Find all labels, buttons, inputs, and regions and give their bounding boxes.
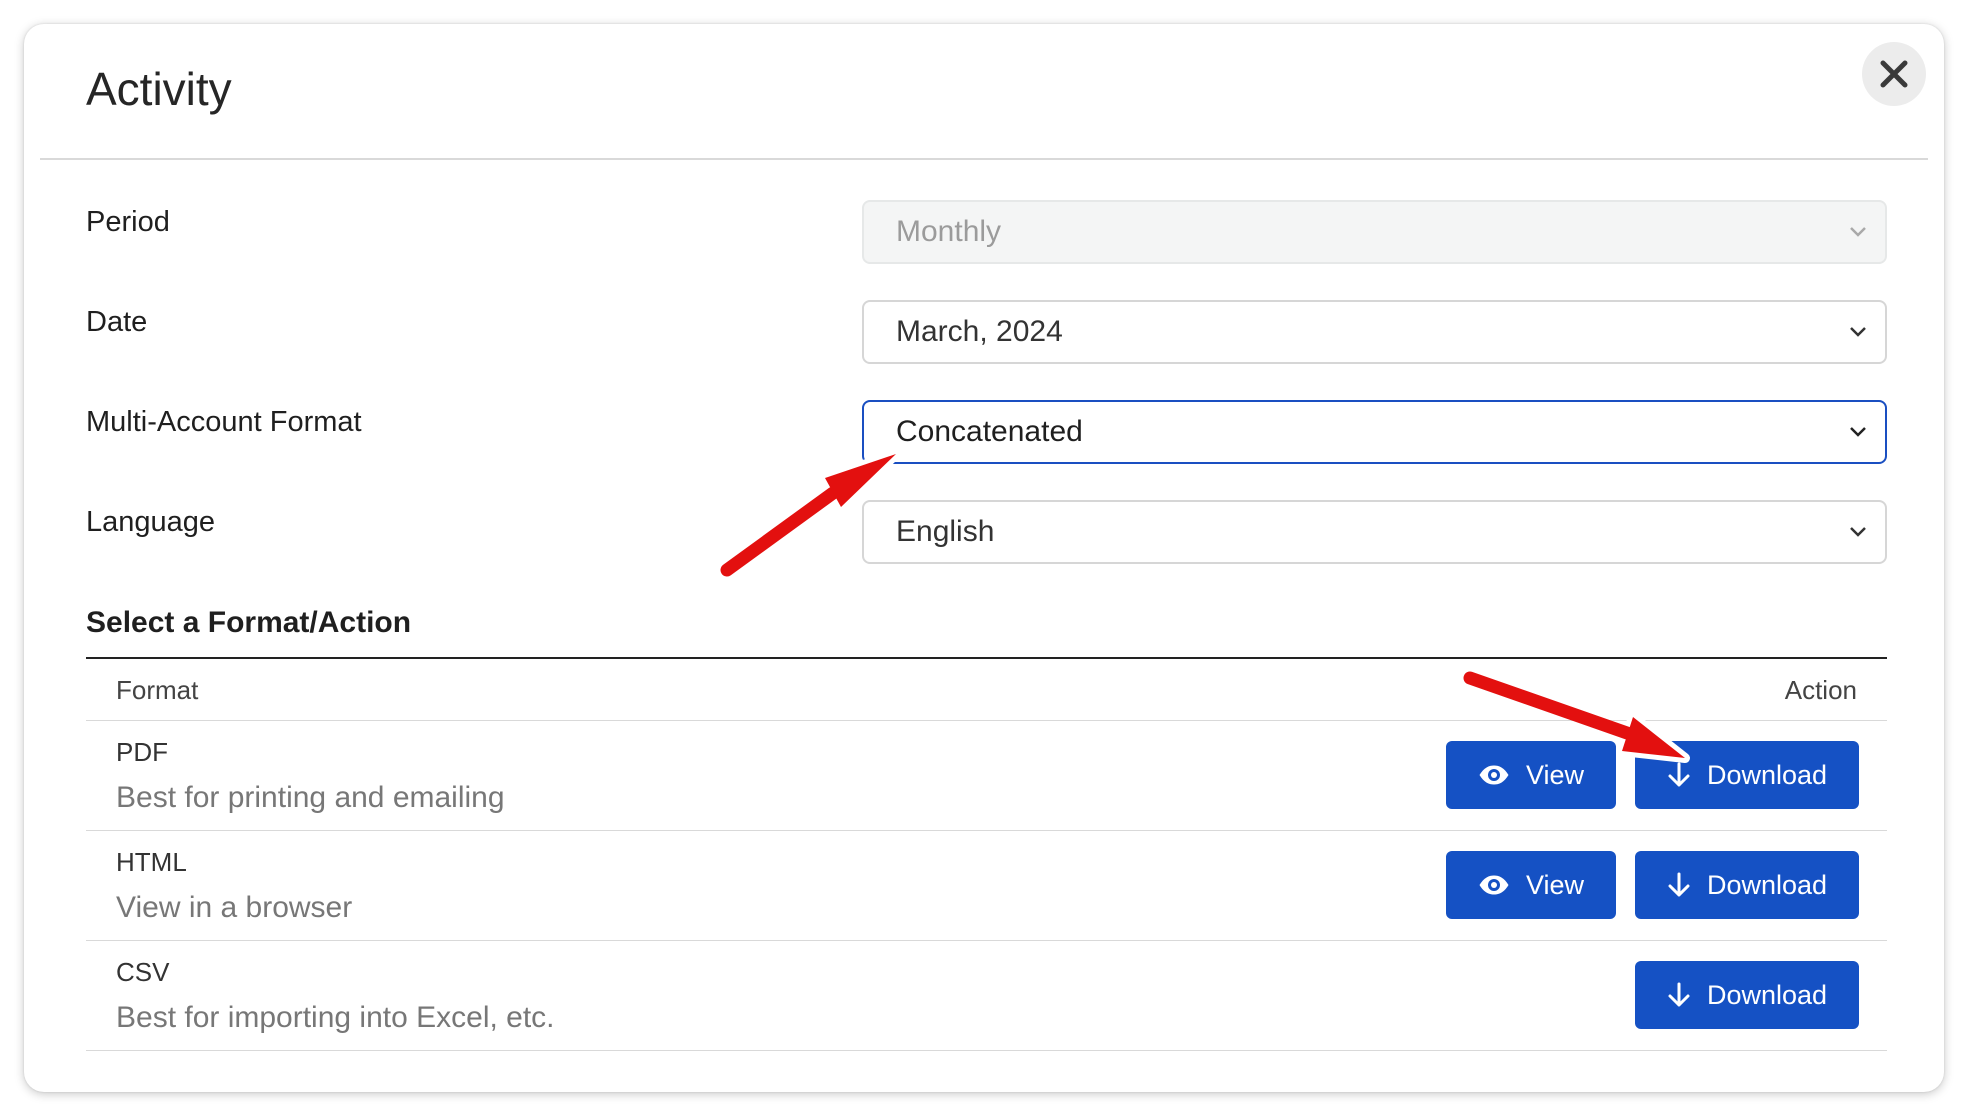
- download-label: Download: [1707, 869, 1828, 900]
- pdf-view-button[interactable]: View: [1446, 741, 1616, 809]
- period-label: Period: [86, 206, 170, 238]
- table-row: HTML View in a browser View Download: [86, 831, 1887, 941]
- format-table: Format Action PDF Best for printing and …: [86, 657, 1887, 1051]
- eye-icon: [1479, 765, 1509, 785]
- multi-account-format-label: Multi-Account Format: [86, 406, 362, 438]
- arrow-down-icon: [1668, 982, 1690, 1007]
- chevron-down-icon: [1850, 527, 1866, 537]
- table-header: Format Action: [86, 657, 1887, 721]
- action-column-header: Action: [1784, 675, 1857, 705]
- chevron-down-icon: [1850, 327, 1866, 337]
- arrow-down-icon: [1668, 872, 1690, 897]
- eye-icon: [1479, 875, 1509, 895]
- language-label: Language: [86, 506, 216, 538]
- format-column-header: Format: [116, 675, 199, 705]
- html-download-button[interactable]: Download: [1635, 851, 1859, 919]
- header-divider: [40, 158, 1928, 160]
- format-name: PDF: [116, 737, 168, 767]
- download-label: Download: [1707, 759, 1828, 790]
- dialog-title: Activity: [86, 63, 232, 115]
- activity-dialog: Activity Period Monthly Date March, 2024…: [24, 24, 1944, 1092]
- table-row: PDF Best for printing and emailing View …: [86, 721, 1887, 831]
- section-title: Select a Format/Action: [86, 606, 412, 639]
- chevron-down-icon: [1850, 227, 1866, 237]
- html-view-button[interactable]: View: [1446, 851, 1616, 919]
- format-name: CSV: [116, 957, 170, 987]
- date-label: Date: [86, 306, 148, 338]
- view-label: View: [1526, 759, 1585, 790]
- language-select[interactable]: English: [862, 500, 1887, 564]
- close-button[interactable]: [1862, 42, 1926, 106]
- multi-account-format-select[interactable]: Concatenated: [862, 400, 1887, 464]
- period-value: Monthly: [896, 215, 1002, 248]
- view-label: View: [1526, 869, 1585, 900]
- language-value: English: [896, 515, 995, 548]
- arrow-down-icon: [1668, 762, 1690, 787]
- close-icon: [1880, 60, 1908, 88]
- multi-account-format-value: Concatenated: [896, 415, 1083, 448]
- table-row: CSV Best for importing into Excel, etc. …: [86, 941, 1887, 1051]
- chevron-down-icon: [1850, 427, 1866, 437]
- format-description: Best for printing and emailing: [116, 781, 505, 814]
- csv-download-button[interactable]: Download: [1635, 961, 1859, 1029]
- date-value: March, 2024: [896, 315, 1063, 348]
- format-description: View in a browser: [116, 891, 353, 924]
- date-select[interactable]: March, 2024: [862, 300, 1887, 364]
- pdf-download-button[interactable]: Download: [1635, 741, 1859, 809]
- period-select: Monthly: [862, 200, 1887, 264]
- format-description: Best for importing into Excel, etc.: [116, 1001, 555, 1034]
- download-label: Download: [1707, 979, 1828, 1010]
- format-name: HTML: [116, 847, 187, 877]
